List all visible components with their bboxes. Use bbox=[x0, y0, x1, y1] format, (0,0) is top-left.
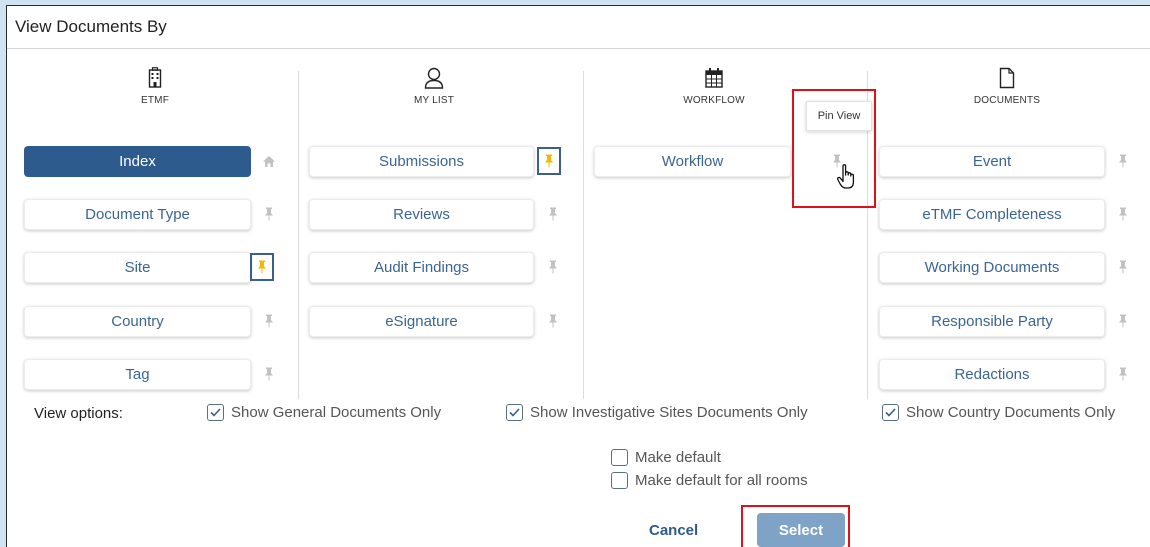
view-option-audit-findings[interactable]: Audit Findings bbox=[309, 252, 534, 283]
view-option-working-documents[interactable]: Working Documents bbox=[879, 252, 1105, 283]
view-option-reviews[interactable]: Reviews bbox=[309, 199, 534, 230]
checkbox-checked-icon[interactable] bbox=[882, 404, 899, 421]
pin-icon[interactable] bbox=[250, 253, 274, 281]
pin-icon[interactable] bbox=[257, 307, 281, 335]
column-label: WORKFLOW bbox=[683, 95, 745, 106]
dialog-header: View Documents By bbox=[7, 6, 1150, 49]
pin-icon[interactable] bbox=[537, 147, 561, 175]
column-divider bbox=[583, 71, 584, 399]
view-option-etmf-completeness[interactable]: eTMF Completeness bbox=[879, 199, 1105, 230]
pin-icon[interactable] bbox=[541, 253, 565, 281]
view-option-submissions[interactable]: Submissions bbox=[309, 146, 534, 177]
document-icon bbox=[999, 67, 1015, 89]
pin-icon[interactable] bbox=[1111, 200, 1135, 228]
user-icon bbox=[424, 67, 444, 89]
pin-icon[interactable] bbox=[1111, 307, 1135, 335]
view-options-label: View options: bbox=[34, 405, 123, 422]
view-option-event[interactable]: Event bbox=[879, 146, 1105, 177]
pin-icon[interactable] bbox=[257, 360, 281, 388]
column-label: ETMF bbox=[140, 95, 170, 106]
checkbox-unchecked-icon[interactable] bbox=[611, 472, 628, 489]
highlight-box bbox=[792, 89, 876, 208]
calendar-icon bbox=[705, 68, 723, 88]
checkbox-label: Show Country Documents Only bbox=[906, 404, 1116, 421]
view-option-site[interactable]: Site bbox=[24, 252, 251, 283]
column-divider bbox=[298, 71, 299, 399]
column-header-my-list: MY LIST bbox=[394, 67, 474, 106]
cancel-button[interactable]: Cancel bbox=[649, 522, 698, 539]
view-option-tag[interactable]: Tag bbox=[24, 359, 251, 390]
column-header-etmf: ETMF bbox=[115, 67, 195, 106]
show-general-documents-checkbox[interactable]: Show General Documents Only bbox=[207, 404, 441, 421]
show-country-documents-checkbox[interactable]: Show Country Documents Only bbox=[882, 404, 1115, 421]
column-label: MY LIST bbox=[413, 95, 455, 106]
home-icon bbox=[257, 147, 281, 175]
make-default-all-rooms-checkbox[interactable]: Make default for all rooms bbox=[611, 472, 808, 489]
view-documents-dialog: View Documents By ETMF MY LIST WORKFLOW … bbox=[6, 5, 1150, 547]
checkbox-unchecked-icon[interactable] bbox=[611, 449, 628, 466]
show-investigative-sites-checkbox[interactable]: Show Investigative Sites Documents Only bbox=[506, 404, 808, 421]
building-icon bbox=[148, 67, 162, 88]
pin-icon[interactable] bbox=[1111, 360, 1135, 388]
view-option-responsible-party[interactable]: Responsible Party bbox=[879, 306, 1105, 337]
checkbox-label: Show General Documents Only bbox=[231, 404, 442, 421]
checkbox-label: Make default bbox=[635, 449, 721, 466]
pin-icon[interactable] bbox=[541, 200, 565, 228]
pin-icon[interactable] bbox=[541, 307, 565, 335]
pin-icon[interactable] bbox=[257, 200, 281, 228]
checkbox-label: Show Investigative Sites Documents Only bbox=[530, 404, 808, 421]
pin-icon[interactable] bbox=[1111, 253, 1135, 281]
column-header-workflow: WORKFLOW bbox=[674, 67, 754, 106]
column-header-documents: DOCUMENTS bbox=[967, 67, 1047, 106]
checkbox-checked-icon[interactable] bbox=[207, 404, 224, 421]
view-option-workflow[interactable]: Workflow bbox=[594, 146, 791, 177]
pin-icon[interactable] bbox=[1111, 147, 1135, 175]
make-default-checkbox[interactable]: Make default bbox=[611, 449, 721, 466]
view-option-redactions[interactable]: Redactions bbox=[879, 359, 1105, 390]
highlight-box bbox=[741, 505, 850, 547]
view-option-esignature[interactable]: eSignature bbox=[309, 306, 534, 337]
column-label: DOCUMENTS bbox=[973, 95, 1041, 106]
view-option-document-type[interactable]: Document Type bbox=[24, 199, 251, 230]
view-option-index[interactable]: Index bbox=[24, 146, 251, 177]
checkbox-checked-icon[interactable] bbox=[506, 404, 523, 421]
checkbox-label: Make default for all rooms bbox=[635, 472, 808, 489]
view-option-country[interactable]: Country bbox=[24, 306, 251, 337]
dialog-title: View Documents By bbox=[15, 17, 167, 36]
